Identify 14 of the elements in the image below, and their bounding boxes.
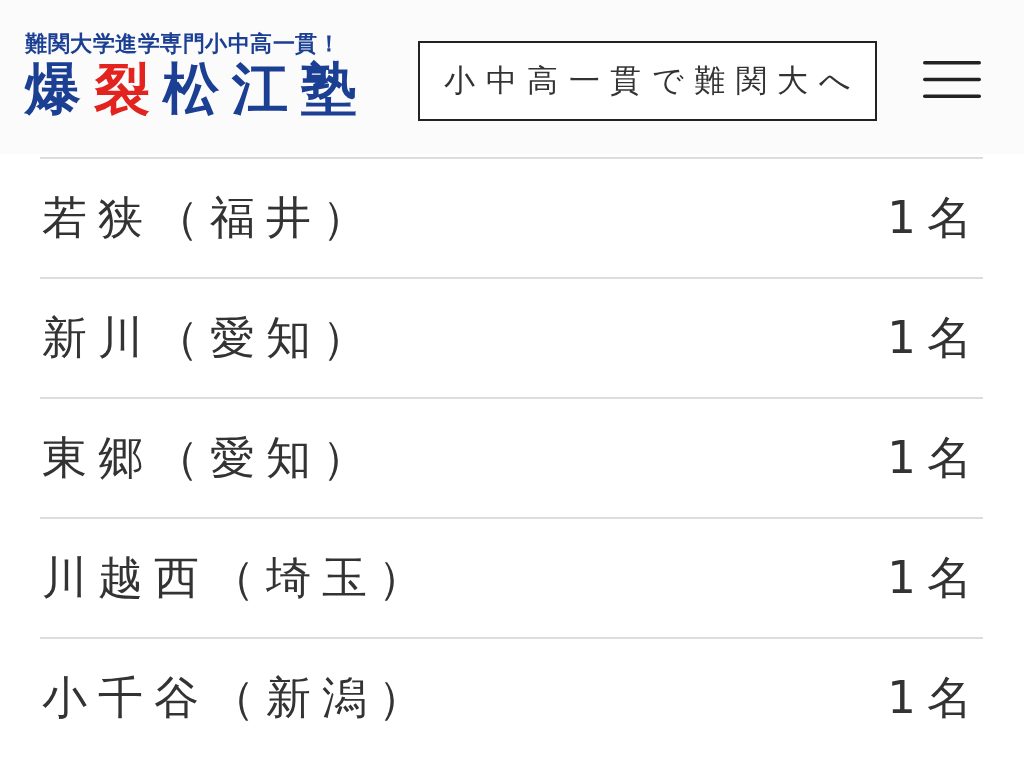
- admission-count: 1名: [887, 670, 983, 726]
- admission-count: 1名: [887, 190, 983, 246]
- school-name: 新川（愛知）: [42, 310, 378, 366]
- logo-title[interactable]: 爆 裂 松江塾: [25, 56, 370, 120]
- school-name: 若狭（福井）: [42, 190, 378, 246]
- logo-tagline: 難関大学進学専門小中高一貫！: [25, 32, 340, 56]
- school-name: 小千谷（新潟）: [42, 670, 434, 726]
- admission-count: 1名: [887, 310, 983, 366]
- admission-count: 1名: [887, 430, 983, 486]
- admission-count: 1名: [887, 550, 983, 606]
- menu-icon[interactable]: [923, 60, 981, 98]
- cta-button[interactable]: 小中高一貫で難関大へ: [418, 41, 877, 121]
- school-name: 川越西（埼玉）: [42, 550, 434, 606]
- school-name: 東郷（愛知）: [42, 430, 378, 486]
